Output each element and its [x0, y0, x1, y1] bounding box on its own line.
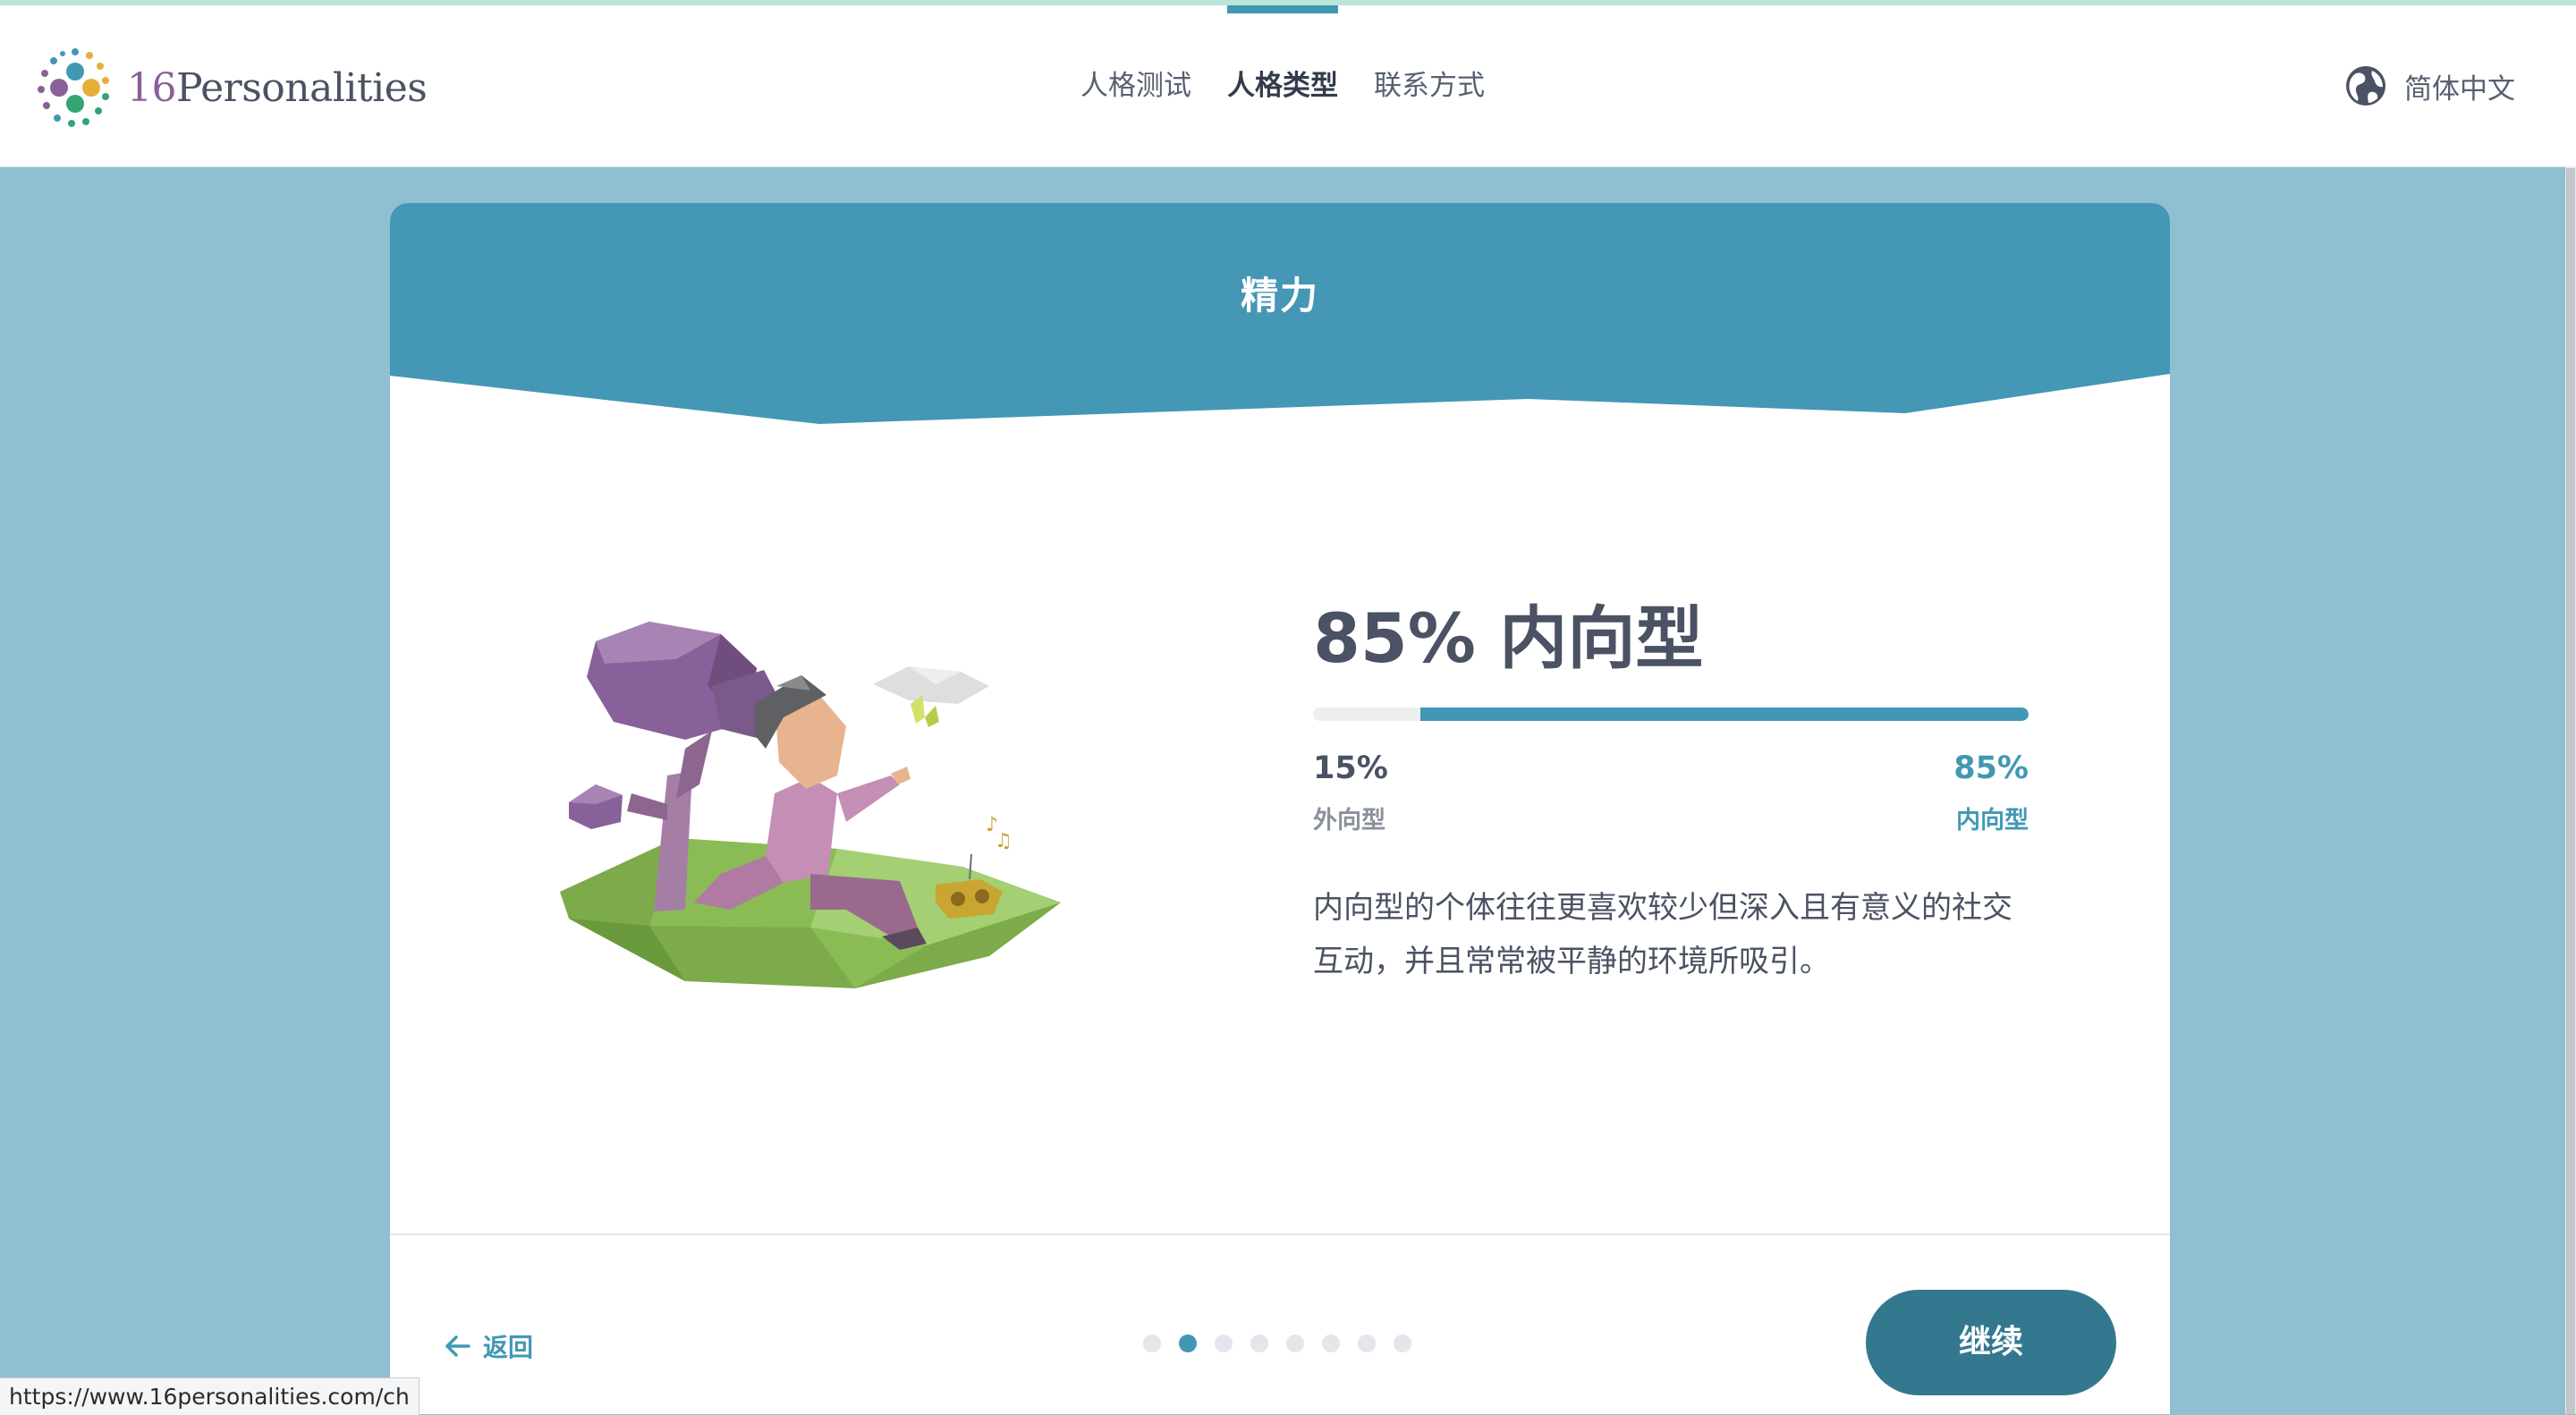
trait-progress-fill [1420, 708, 2029, 721]
result-card: 精力 ♪ ♫ 85% 内向型 15% 85% 外向型 内向型 内向型的个体往往更… [390, 203, 2170, 1414]
introvert-illustration: ♪ ♫ [560, 622, 1061, 988]
arrow-left-icon [444, 1335, 470, 1358]
introvert-label: 内向型 [1956, 807, 2029, 835]
globe-icon [2345, 65, 2386, 106]
site-header: 16Personalities 人格测试 人格类型 联系方式 简体中文 [0, 5, 2576, 167]
nav-personality-test[interactable]: 人格测试 [1080, 5, 1191, 166]
logo[interactable]: 16Personalities [34, 47, 428, 129]
logo-wordmark: 16Personalities [127, 64, 428, 111]
page-dot[interactable] [1322, 1335, 1340, 1352]
language-label: 简体中文 [2404, 72, 2515, 106]
extravert-label: 外向型 [1313, 807, 1385, 835]
nav-personality-types[interactable]: 人格类型 [1227, 5, 1338, 166]
main-nav: 人格测试 人格类型 联系方式 [1080, 5, 1521, 166]
status-bar-url: https://www.16personalities.com/ch [0, 1377, 419, 1415]
introvert-percent: 85% [1953, 750, 2029, 786]
page-dot[interactable] [1179, 1335, 1197, 1352]
scrollbar-thumb[interactable] [2566, 168, 2575, 1414]
logo-number: 16 [127, 64, 177, 111]
page-dot[interactable] [1394, 1335, 1411, 1352]
page-indicator [1143, 1335, 1429, 1352]
card-divider [390, 1233, 2170, 1235]
page-dot[interactable] [1215, 1335, 1233, 1352]
svg-text:♫: ♫ [995, 830, 1013, 852]
back-label: 返回 [483, 1333, 534, 1362]
logo-dots-icon [38, 48, 109, 127]
page-dot[interactable] [1250, 1335, 1268, 1352]
language-selector[interactable]: 简体中文 [2345, 5, 2515, 166]
trait-description: 内向型的个体往往更喜欢较少但深入且有意义的社交互动，并且常常被平静的环境所吸引。 [1313, 890, 2012, 979]
page-dot[interactable] [1286, 1335, 1304, 1352]
continue-button[interactable]: 继续 [1866, 1290, 2116, 1395]
extravert-percent: 15% [1313, 750, 1388, 786]
trait-progress-bar [1313, 708, 2029, 721]
nav-contact[interactable]: 联系方式 [1374, 5, 1485, 166]
back-button[interactable]: 返回 [444, 1328, 533, 1364]
page-dot[interactable] [1143, 1335, 1161, 1352]
result-title: 85% 内向型 [1313, 598, 1704, 678]
logo-word: Personalities [176, 64, 428, 111]
card-title: 精力 [1240, 274, 1319, 318]
page-dot[interactable] [1358, 1335, 1376, 1352]
